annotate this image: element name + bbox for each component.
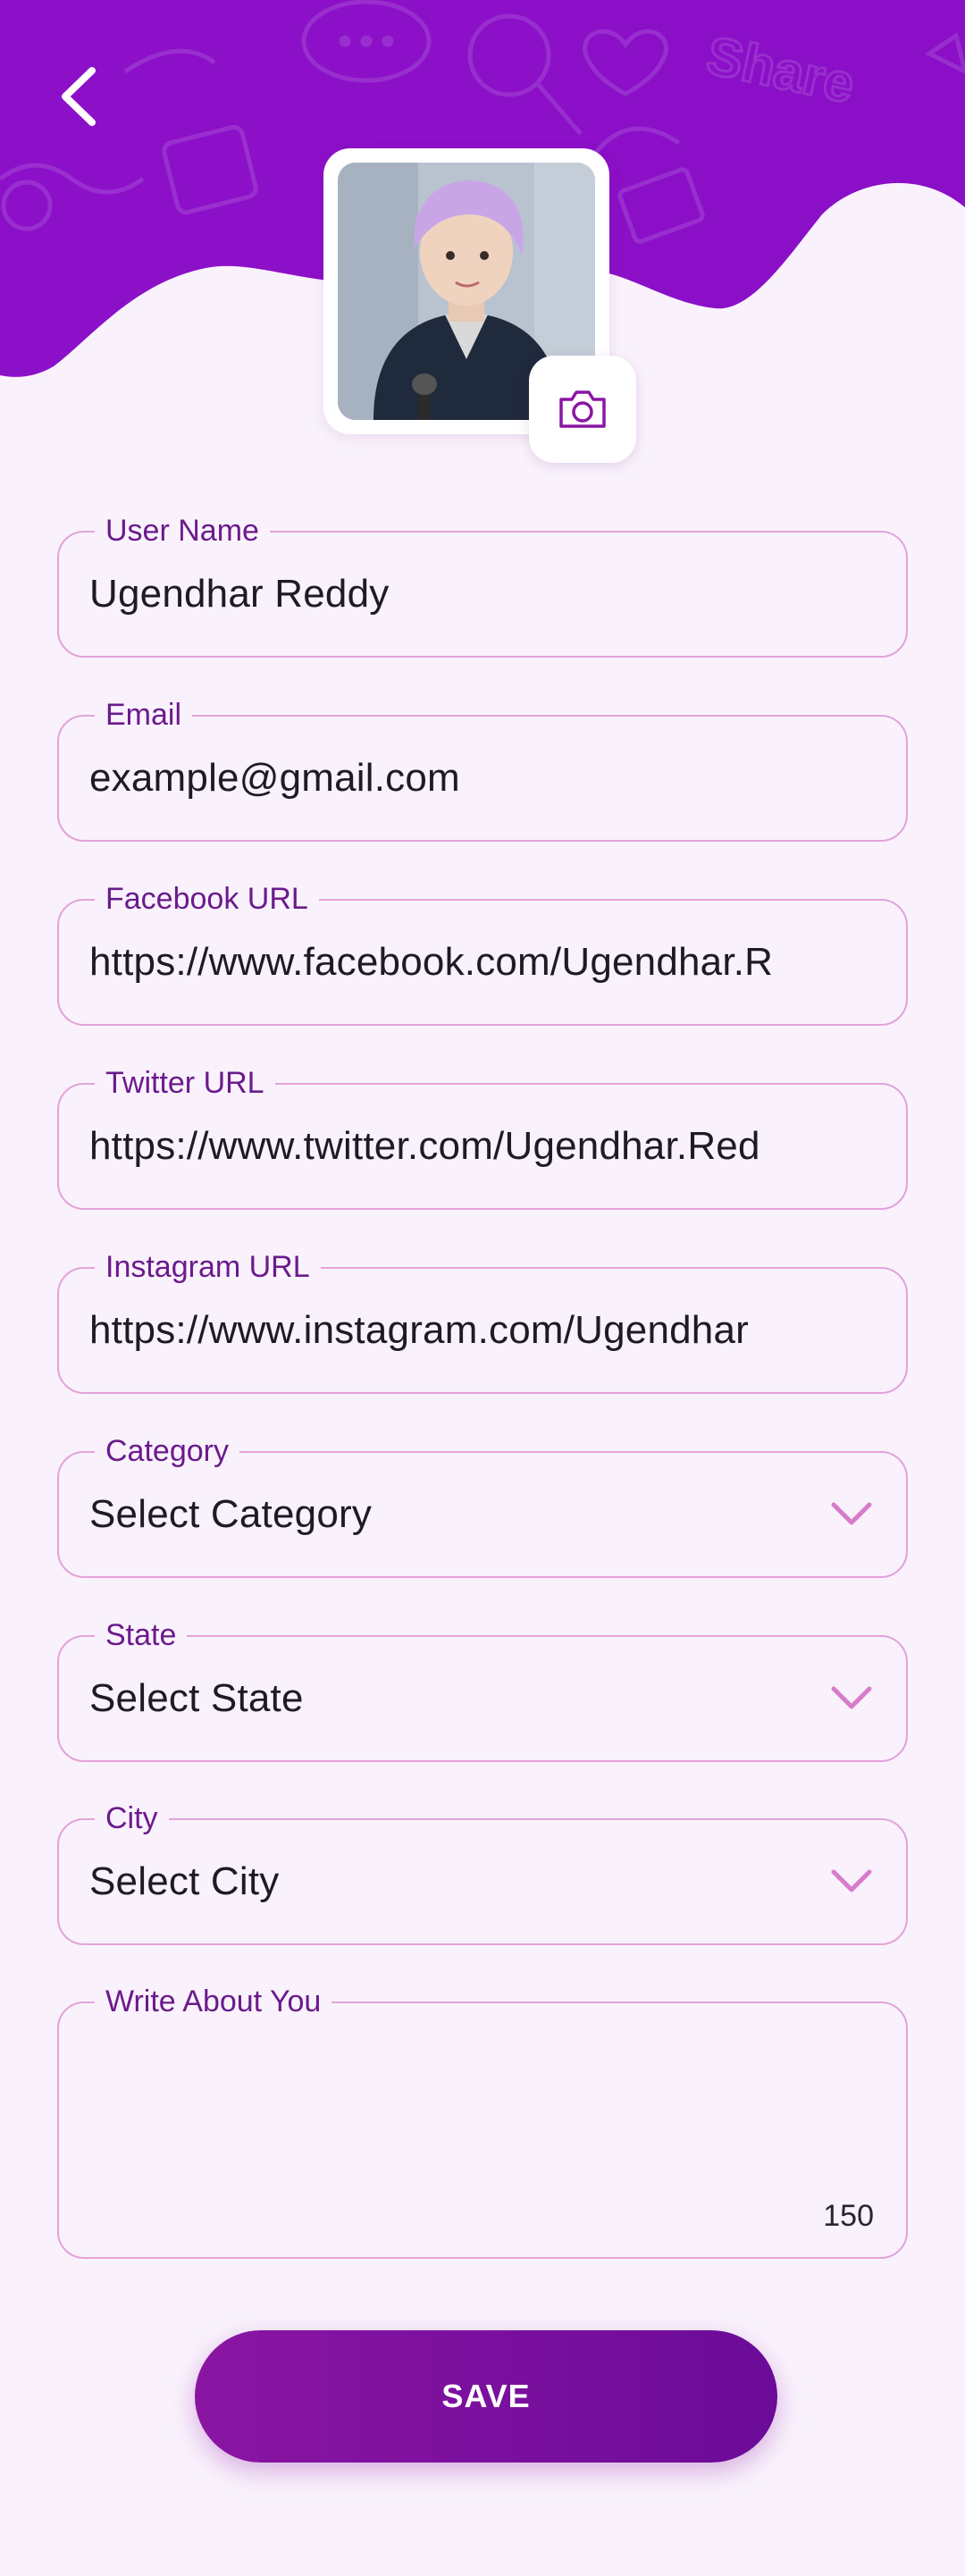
city-dropdown[interactable]: City Select City [57,1800,908,1945]
character-counter: 150 [823,2199,874,2233]
chevron-down-icon[interactable] [829,1494,874,1535]
username-field[interactable]: User Name Ugendhar Reddy [57,513,908,658]
chevron-down-icon[interactable] [829,1861,874,1902]
email-input[interactable]: example@gmail.com [89,717,879,840]
twitter-url-field[interactable]: Twitter URL https://www.twitter.com/Ugen… [57,1065,908,1210]
camera-icon [559,390,606,428]
twitter-url-input[interactable]: https://www.twitter.com/Ugendhar.Red [89,1085,879,1208]
about-you-textarea[interactable]: Write About You 150 [57,1984,908,2259]
chevron-down-icon[interactable] [829,1678,874,1719]
instagram-url-input[interactable]: https://www.instagram.com/Ugendhar [89,1269,879,1392]
city-selected-value[interactable]: Select City [89,1820,808,1943]
email-field[interactable]: Email example@gmail.com [57,697,908,842]
category-selected-value[interactable]: Select Category [89,1453,808,1576]
facebook-url-input[interactable]: https://www.facebook.com/Ugendhar.R [89,901,879,1024]
category-dropdown[interactable]: Category Select Category [57,1433,908,1578]
state-dropdown[interactable]: State Select State [57,1617,908,1762]
chevron-left-icon [62,67,96,126]
state-selected-value[interactable]: Select State [89,1637,808,1760]
back-button[interactable] [52,61,105,132]
facebook-url-field[interactable]: Facebook URL https://www.facebook.com/Ug… [57,881,908,1026]
save-button[interactable]: SAVE [195,2330,777,2463]
instagram-url-field[interactable]: Instagram URL https://www.instagram.com/… [57,1249,908,1394]
about-you-input[interactable] [89,2003,879,2182]
change-photo-button[interactable] [529,356,636,463]
username-input[interactable]: Ugendhar Reddy [89,533,879,656]
